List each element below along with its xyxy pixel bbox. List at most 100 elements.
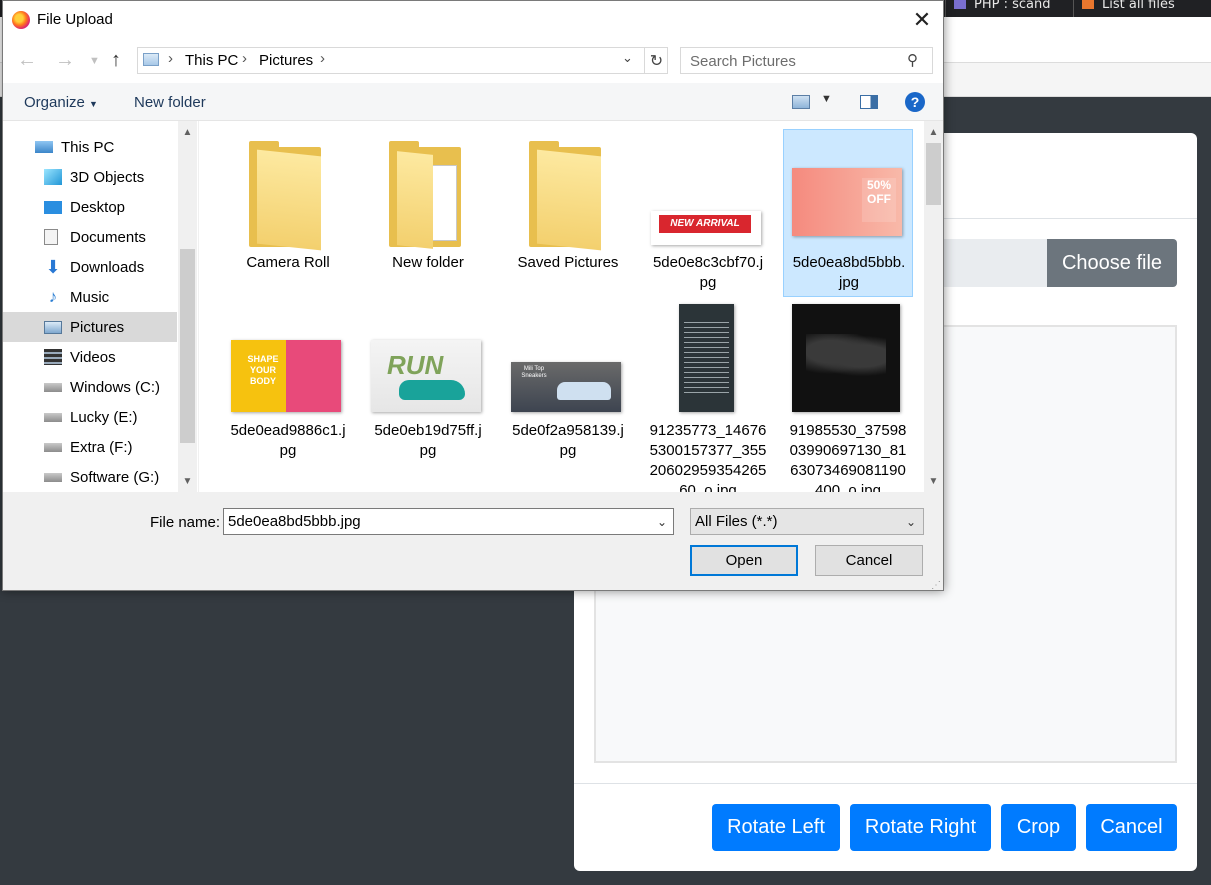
search-input[interactable]: Search Pictures ⚲	[680, 47, 933, 74]
nav-item-documents[interactable]: Documents	[3, 222, 177, 252]
nav-item-videos[interactable]: Videos	[3, 342, 177, 372]
file-tile-image[interactable]: NEW ARRIVAL 5de0e8c3cbf70.j pg	[643, 131, 773, 297]
picture-icon	[44, 320, 62, 334]
file-name-input[interactable]	[223, 508, 674, 535]
modal-footer-divider	[574, 783, 1197, 784]
document-icon	[44, 229, 58, 245]
chevron-down-icon[interactable]: ⌄	[657, 515, 667, 529]
file-tile-image[interactable]: 91985530_37598 03990697130_81 6307346908…	[783, 302, 913, 492]
search-placeholder: Search Pictures	[690, 53, 796, 70]
image-thumbnail	[679, 304, 734, 412]
dialog-cancel-button[interactable]: Cancel	[815, 545, 923, 576]
firefox-icon	[12, 11, 30, 29]
file-upload-dialog: File Upload ✕ ← → ▼ ↑ › This PC › Pictur…	[2, 0, 944, 591]
file-name: New folder	[392, 254, 464, 271]
file-name: 5de0eb19d75ff.j pg	[374, 422, 482, 459]
breadcrumb-pictures[interactable]: Pictures	[259, 52, 313, 69]
up-arrow-icon[interactable]: ↑	[111, 49, 121, 72]
nav-item-3d-objects[interactable]: 3D Objects	[3, 162, 177, 192]
organize-menu[interactable]: Organize ▼	[24, 94, 98, 111]
nav-item-downloads[interactable]: ⬇ Downloads	[3, 252, 177, 282]
browser-tab-label: PHP : scand	[974, 0, 1051, 12]
file-tile-image[interactable]: 91235773_14676 5300157377_355 2060295935…	[643, 302, 773, 492]
chevron-right-icon[interactable]: ›	[320, 50, 325, 67]
nav-item-music[interactable]: ♪ Music	[3, 282, 177, 312]
nav-item-this-pc[interactable]: This PC	[3, 132, 177, 162]
chevron-down-icon[interactable]: ⌄	[906, 515, 916, 529]
new-folder-button[interactable]: New folder	[134, 94, 206, 111]
file-name-label: File name:	[150, 514, 221, 531]
file-list-scrollbar[interactable]: ▲ ▼	[924, 121, 943, 492]
dialog-navigation-bar: ← → ▼ ↑ › This PC › Pictures › ⌄ ↻ Searc…	[3, 39, 943, 83]
preview-pane-icon[interactable]	[860, 95, 878, 109]
organize-label: Organize	[24, 94, 85, 111]
scroll-up-icon[interactable]: ▲	[178, 123, 197, 141]
back-arrow-icon[interactable]: ←	[17, 49, 37, 72]
file-tile-camera-roll[interactable]: Camera Roll	[223, 131, 353, 297]
scrollbar-thumb[interactable]	[926, 143, 941, 205]
file-name: 5de0e8c3cbf70.j pg	[652, 254, 764, 291]
browser-tab-label: List all files	[1102, 0, 1175, 12]
nav-item-label: 3D Objects	[70, 168, 145, 186]
file-name: 91235773_14676 5300157377_355 2060295935…	[649, 422, 767, 492]
nav-item-label: Lucky (E:)	[70, 408, 138, 426]
thumbnail-text: SHAPE YOUR BODY	[247, 354, 279, 386]
file-name: 5de0ea8bd5bbb. jpg	[792, 254, 906, 291]
chevron-down-icon[interactable]: ▼	[821, 93, 832, 105]
rotate-left-button[interactable]: Rotate Left	[712, 804, 840, 851]
resize-grip-icon[interactable]: ⋰	[931, 580, 941, 591]
scroll-down-icon[interactable]: ▼	[924, 472, 943, 490]
help-icon[interactable]: ?	[905, 92, 925, 112]
shoe-shape	[399, 380, 465, 400]
nav-item-windows-c[interactable]: Windows (C:)	[3, 372, 177, 402]
modal-cancel-button[interactable]: Cancel	[1086, 804, 1177, 851]
browser-tab[interactable]: List all files	[1073, 0, 1211, 17]
image-thumbnail: 50% OFF	[792, 168, 902, 236]
scroll-down-icon[interactable]: ▼	[178, 472, 197, 490]
file-tile-new-folder[interactable]: New folder	[363, 131, 493, 297]
nav-item-software-g[interactable]: Software (G:)	[3, 462, 177, 492]
forward-arrow-icon[interactable]: →	[55, 49, 75, 72]
close-icon[interactable]: ✕	[901, 4, 943, 36]
scrollbar-thumb[interactable]	[180, 249, 195, 443]
drive-icon	[44, 472, 62, 482]
search-icon: ⚲	[907, 52, 918, 69]
open-button[interactable]: Open	[690, 545, 798, 576]
file-tile-image[interactable]: SHAPE YOUR BODY 5de0ead9886c1.j pg	[223, 302, 353, 482]
nav-item-label: Windows (C:)	[70, 378, 161, 396]
breadcrumb-this-pc[interactable]: This PC	[185, 52, 238, 69]
nav-item-extra-f[interactable]: Extra (F:)	[3, 432, 177, 462]
choose-file-button[interactable]: Choose file	[1047, 239, 1177, 287]
image-thumbnail	[792, 304, 900, 412]
navigation-pane: This PC 3D Objects Desktop Documents ⬇ Do…	[3, 121, 198, 492]
php-icon	[954, 0, 966, 9]
nav-item-desktop[interactable]: Desktop	[3, 192, 177, 222]
nav-item-label: This PC	[61, 138, 115, 156]
file-name: 5de0ead9886c1.j pg	[230, 422, 346, 459]
nav-item-lucky-e[interactable]: Lucky (E:)	[3, 402, 177, 432]
cube-icon	[44, 169, 62, 185]
file-tile-saved-pictures[interactable]: Saved Pictures	[503, 131, 633, 297]
file-type-select[interactable]: All Files (*.*)	[690, 508, 924, 535]
file-tile-image-selected[interactable]: 50% OFF 5de0ea8bd5bbb. jpg	[783, 129, 913, 297]
chevron-down-icon[interactable]: ⌄	[622, 50, 633, 66]
rotate-right-button[interactable]: Rotate Right	[850, 804, 991, 851]
music-icon: ♪	[48, 287, 58, 306]
file-tile-image[interactable]: RUN 5de0eb19d75ff.j pg	[363, 302, 493, 482]
chevron-right-icon: ›	[242, 50, 247, 67]
chevron-right-icon: ›	[168, 50, 173, 67]
address-bar[interactable]: › This PC › Pictures › ⌄ ↻	[137, 47, 668, 74]
nav-item-pictures[interactable]: Pictures	[3, 312, 177, 342]
refresh-icon[interactable]: ↻	[644, 48, 668, 73]
download-icon: ⬇	[45, 257, 61, 277]
scroll-up-icon[interactable]: ▲	[924, 123, 943, 141]
nav-pane-scrollbar[interactable]: ▲ ▼	[178, 121, 197, 492]
recent-dropdown-icon[interactable]: ▼	[89, 55, 100, 67]
change-view-icon[interactable]	[792, 95, 810, 109]
crop-button[interactable]: Crop	[1001, 804, 1076, 851]
nav-item-label: Extra (F:)	[70, 438, 133, 456]
nav-item-label: Pictures	[70, 318, 125, 336]
image-thumbnail: SHAPE YOUR BODY	[231, 340, 341, 412]
browser-tab[interactable]: PHP : scand	[945, 0, 1073, 17]
file-tile-image[interactable]: Mili Top Sneakers 5de0f2a958139.j pg	[503, 302, 633, 482]
